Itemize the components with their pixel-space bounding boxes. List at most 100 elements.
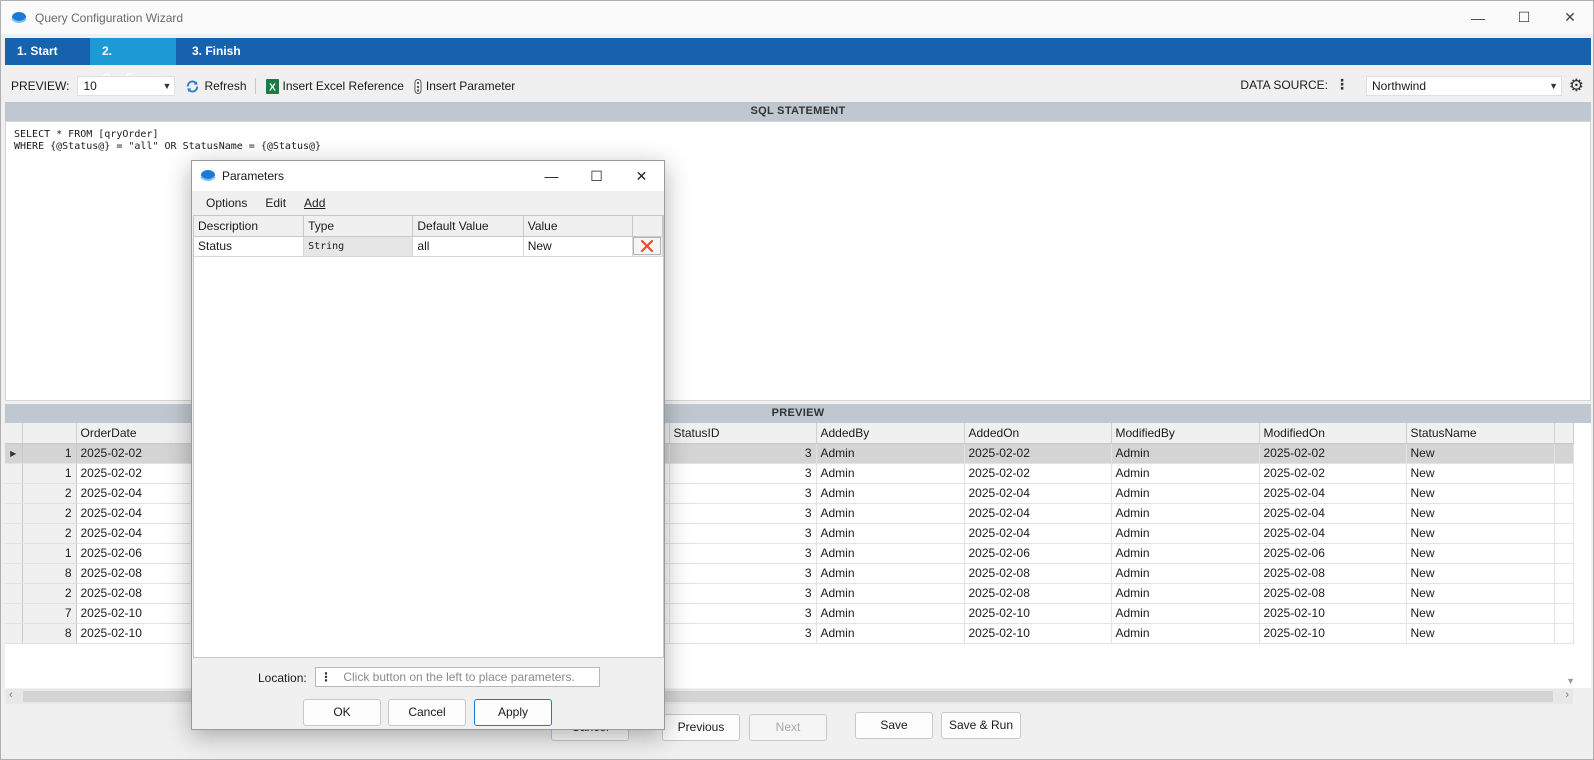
close-icon[interactable]: ✕ [619, 161, 664, 191]
dialog-cancel-button[interactable]: Cancel [388, 699, 466, 726]
step-start[interactable]: 1. Start [5, 38, 86, 65]
cell-status-name[interactable]: New [1406, 443, 1555, 464]
cell-status-name[interactable]: New [1406, 583, 1555, 604]
cell-added-by[interactable]: Admin [816, 583, 965, 604]
cell-added-on[interactable]: 2025-02-08 [964, 563, 1112, 584]
row-selector[interactable] [5, 483, 23, 504]
cell-modified-by[interactable]: Admin [1111, 503, 1260, 524]
column-header-modifiedby[interactable]: ModifiedBy [1111, 423, 1260, 444]
step-configure[interactable]: 2. Configure [90, 38, 176, 85]
cell-modified-by[interactable]: Admin [1111, 623, 1260, 644]
row-selector[interactable] [5, 503, 23, 524]
cell-modified-on[interactable]: 2025-02-04 [1259, 523, 1407, 544]
apply-button[interactable]: Apply [474, 699, 552, 726]
preview-count-select[interactable]: 10 ▼ [77, 76, 176, 96]
cell-added-on[interactable]: 2025-02-02 [964, 443, 1112, 464]
parameters-grid[interactable]: Description Type Default Value Value Sta… [193, 215, 664, 658]
cell-added-on[interactable]: 2025-02-04 [964, 523, 1112, 544]
delete-parameter-button[interactable] [633, 237, 662, 255]
cell-status-id[interactable]: 3 [669, 523, 817, 544]
cell-added-on[interactable]: 2025-02-10 [964, 603, 1112, 624]
cell-added-by[interactable]: Admin [816, 483, 965, 504]
cell-added-by[interactable]: Admin [816, 603, 965, 624]
cell-added-on[interactable]: 2025-02-04 [964, 503, 1112, 524]
insert-excel-reference-button[interactable]: X Insert Excel Reference [265, 78, 404, 94]
scroll-down-icon[interactable]: ▼ [1566, 676, 1575, 686]
cell-added-on[interactable]: 2025-02-04 [964, 483, 1112, 504]
refresh-button[interactable]: Refresh [185, 79, 247, 94]
cell-status-id[interactable]: 3 [669, 443, 817, 464]
cell-status-name[interactable]: New [1406, 543, 1555, 564]
menu-edit[interactable]: Edit [265, 196, 286, 210]
cell-added-on[interactable]: 2025-02-06 [964, 543, 1112, 564]
scroll-right-icon[interactable]: › [1565, 689, 1569, 701]
cell-added-by[interactable]: Admin [816, 503, 965, 524]
location-field[interactable]: ⋮ Click button on the left to place para… [315, 667, 600, 687]
cell-modified-by[interactable]: Admin [1111, 543, 1260, 564]
cell-modified-by[interactable]: Admin [1111, 583, 1260, 604]
gear-icon[interactable]: ⚙ [1569, 76, 1584, 96]
cell-added-on[interactable]: 2025-02-08 [964, 583, 1112, 604]
column-header-modifiedon[interactable]: ModifiedOn [1259, 423, 1407, 444]
cell-added-on[interactable]: 2025-02-02 [964, 463, 1112, 484]
menu-add[interactable]: Add [304, 196, 325, 210]
column-header-description[interactable]: Description [194, 216, 305, 237]
row-selector[interactable] [5, 523, 23, 544]
cell-status-id[interactable]: 3 [669, 583, 817, 604]
column-header-statusid[interactable]: StatusID [669, 423, 817, 444]
cell-added-by[interactable]: Admin [816, 523, 965, 544]
cell-modified-on[interactable]: 2025-02-04 [1259, 503, 1407, 524]
menu-options[interactable]: Options [206, 196, 247, 210]
cell-status-id[interactable]: 3 [669, 543, 817, 564]
cell-modified-on[interactable]: 2025-02-08 [1259, 583, 1407, 604]
scroll-left-icon[interactable]: ‹ [9, 689, 13, 701]
cell-added-by[interactable]: Admin [816, 543, 965, 564]
cell-status-id[interactable]: 3 [669, 463, 817, 484]
save-and-run-button[interactable]: Save & Run [941, 712, 1021, 739]
cell-modified-by[interactable]: Admin [1111, 463, 1260, 484]
cell-status-name[interactable]: New [1406, 523, 1555, 544]
data-source-select[interactable]: Northwind ▼ [1366, 76, 1562, 96]
cell-added-by[interactable]: Admin [816, 443, 965, 464]
more-vertical-icon[interactable]: ⋮ [1335, 76, 1349, 93]
cell-status-id[interactable]: 3 [669, 563, 817, 584]
cell-status-name[interactable]: New [1406, 503, 1555, 524]
cell-status-id[interactable]: 3 [669, 503, 817, 524]
param-value-cell[interactable]: New [523, 236, 633, 257]
more-vertical-icon[interactable]: ⋮ [320, 670, 332, 684]
cell-added-by[interactable]: Admin [816, 623, 965, 644]
step-finish[interactable]: 3. Finish [180, 38, 253, 65]
next-button[interactable]: Next [749, 714, 827, 741]
cell-status-id[interactable]: 3 [669, 603, 817, 624]
cell-status-name[interactable]: New [1406, 603, 1555, 624]
row-selector[interactable] [5, 463, 23, 484]
cell-added-by[interactable]: Admin [816, 463, 965, 484]
cell-modified-on[interactable]: 2025-02-02 [1259, 443, 1407, 464]
cell-modified-on[interactable]: 2025-02-10 [1259, 623, 1407, 644]
cell-status-name[interactable]: New [1406, 623, 1555, 644]
column-header-default-value[interactable]: Default Value [412, 216, 524, 237]
cell-status-name[interactable]: New [1406, 483, 1555, 504]
param-default-value-cell[interactable]: all [412, 236, 524, 257]
row-selector[interactable] [5, 603, 23, 624]
cell-status-name[interactable]: New [1406, 563, 1555, 584]
cell-status-id[interactable]: 3 [669, 623, 817, 644]
maximize-icon[interactable]: ☐ [1501, 1, 1547, 34]
parameter-row[interactable]: Status String all New [194, 236, 664, 257]
cell-modified-on[interactable]: 2025-02-02 [1259, 463, 1407, 484]
column-header-statusname[interactable]: StatusName [1406, 423, 1555, 444]
cell-modified-by[interactable]: Admin [1111, 603, 1260, 624]
param-type-cell[interactable]: String [303, 236, 414, 257]
row-selector[interactable] [5, 543, 23, 564]
cell-modified-by[interactable]: Admin [1111, 483, 1260, 504]
row-selector[interactable] [5, 623, 23, 644]
row-selector[interactable] [5, 563, 23, 584]
cell-modified-on[interactable]: 2025-02-06 [1259, 543, 1407, 564]
cell-modified-on[interactable]: 2025-02-04 [1259, 483, 1407, 504]
current-row-indicator-icon[interactable]: ▶ [5, 443, 23, 464]
row-selector[interactable] [5, 583, 23, 604]
column-header-addedon[interactable]: AddedOn [964, 423, 1112, 444]
param-description-cell[interactable]: Status [194, 236, 305, 257]
cell-modified-by[interactable]: Admin [1111, 443, 1260, 464]
maximize-icon[interactable]: ☐ [574, 161, 619, 191]
